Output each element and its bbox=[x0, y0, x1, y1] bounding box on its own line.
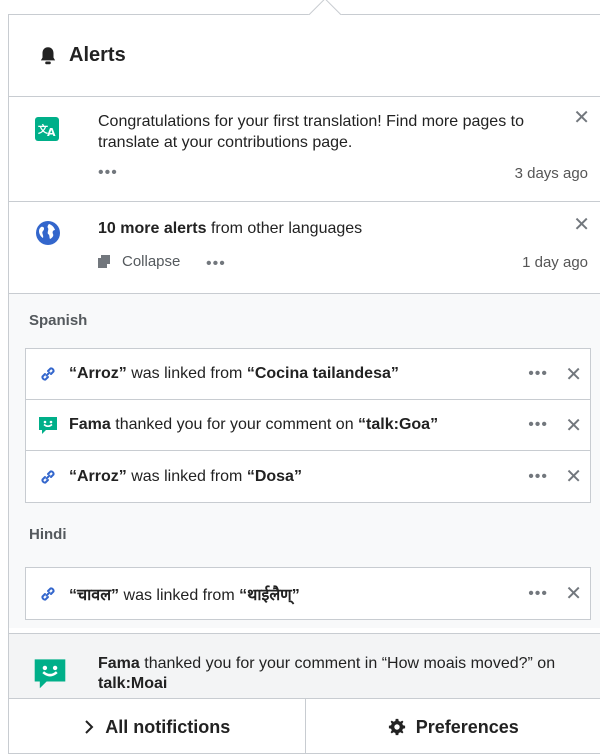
all-notifications-label: All notifictions bbox=[105, 716, 231, 737]
thanks-icon bbox=[39, 417, 57, 434]
row-message: “Arroz” was linked from “Cocina tailande… bbox=[69, 365, 399, 382]
collapse-icon bbox=[98, 254, 110, 268]
more-options-icon[interactable]: ••• bbox=[528, 468, 548, 486]
notifications-popup: Alerts 文 A Congratulations for your firs… bbox=[8, 14, 600, 754]
close-icon[interactable]: ✕ bbox=[565, 413, 582, 438]
thanks-icon bbox=[34, 659, 66, 689]
translate-icon: 文 A bbox=[35, 117, 59, 141]
bundle-text: 10 more alerts from other languages bbox=[98, 218, 538, 239]
close-icon[interactable]: ✕ bbox=[565, 464, 582, 489]
preferences-label: Preferences bbox=[415, 716, 519, 737]
list-item[interactable]: “चावल” was linked from “थाईलैण्” ••• ✕ bbox=[26, 568, 590, 619]
chevron-right-icon bbox=[85, 720, 94, 734]
list-item[interactable]: “Arroz” was linked from “Dosa” ••• ✕ bbox=[26, 451, 590, 502]
notification-text: Congratulations for your first translati… bbox=[98, 113, 524, 151]
popup-header: Alerts bbox=[9, 15, 600, 97]
preferences-button[interactable]: Preferences bbox=[304, 699, 600, 753]
more-options-icon[interactable]: ••• bbox=[206, 255, 226, 273]
collapse-label: Collapse bbox=[122, 253, 181, 270]
popup-title: Alerts bbox=[69, 44, 126, 66]
close-icon[interactable]: ✕ bbox=[565, 362, 582, 387]
group-spanish: “Arroz” was linked from “Cocina tailande… bbox=[25, 348, 591, 503]
group-label-hindi: Hindi bbox=[29, 526, 67, 543]
bundle-rest: from other languages bbox=[206, 220, 363, 237]
more-options-icon[interactable]: ••• bbox=[528, 585, 548, 603]
group-label-spanish: Spanish bbox=[29, 312, 88, 329]
link-icon bbox=[41, 367, 55, 381]
row-message: “Arroz” was linked from “Dosa” bbox=[69, 467, 302, 485]
notification-timestamp: 3 days ago bbox=[514, 165, 588, 182]
bundle-count: 10 more alerts bbox=[98, 220, 207, 237]
notification-timestamp: 1 day ago bbox=[522, 254, 588, 271]
row-message: “चावल” was linked from “थाईलैण्” bbox=[69, 586, 300, 604]
svg-text:A: A bbox=[47, 126, 56, 139]
notification-welcome[interactable]: 文 A Congratulations for your first trans… bbox=[9, 97, 600, 202]
popup-footer: All notifictions Preferences bbox=[9, 698, 600, 753]
list-item[interactable]: “Arroz” was linked from “Cocina tailande… bbox=[26, 349, 590, 400]
close-icon[interactable]: ✕ bbox=[573, 105, 590, 130]
notification-text: Fama thanked you for your comment in “Ho… bbox=[98, 655, 556, 692]
group-hindi: “चावल” was linked from “थाईलैण्” ••• ✕ bbox=[25, 567, 591, 620]
bundle-expanded: Spanish “Arroz” was linked from “Cocina … bbox=[9, 294, 600, 628]
all-notifications-button[interactable]: All notifictions bbox=[9, 699, 305, 753]
notification-bundle[interactable]: 10 more alerts from other languages ✕ Co… bbox=[9, 202, 600, 294]
bell-icon bbox=[40, 46, 56, 64]
gear-icon bbox=[388, 718, 405, 736]
list-item[interactable]: Fama thanked you for your comment on “ta… bbox=[26, 400, 590, 451]
more-options-icon[interactable]: ••• bbox=[528, 365, 548, 383]
globe-icon bbox=[36, 221, 60, 245]
collapse-button[interactable]: Collapse bbox=[98, 253, 180, 270]
row-message: Fama thanked you for your comment on “ta… bbox=[69, 416, 439, 433]
close-icon[interactable]: ✕ bbox=[565, 581, 582, 606]
link-icon bbox=[41, 469, 55, 484]
link-icon bbox=[41, 586, 55, 601]
more-options-icon[interactable]: ••• bbox=[528, 416, 548, 434]
close-icon[interactable]: ✕ bbox=[573, 212, 590, 237]
more-options-icon[interactable]: ••• bbox=[98, 164, 118, 182]
